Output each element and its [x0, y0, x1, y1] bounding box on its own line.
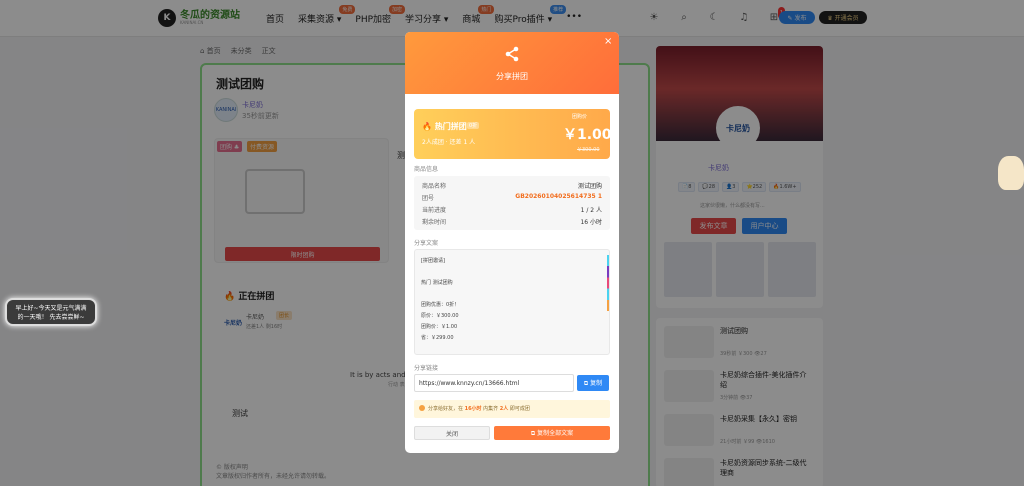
group-price-card: 🔥 热门拼团 0折 2人成团 · 还差 1 人 团购价 ￥1.00 ￥300.0… — [414, 109, 612, 159]
section-title: 分享链接 — [414, 365, 439, 372]
group-info: 2人成团 · 还差 1 人 — [422, 139, 476, 146]
close-button[interactable]: 关闭 — [414, 426, 490, 440]
share-tip: 分享给好友，在 16小时 内集齐 2人 即可成团 — [414, 400, 610, 418]
scrollbar[interactable] — [607, 255, 609, 311]
info-row: 团号 GB20260104025614735 1 — [422, 193, 602, 203]
remaining-time: 16 小时 — [580, 219, 602, 226]
modal-header: 分享拼团 × — [405, 32, 619, 94]
share-icon — [505, 46, 519, 62]
info-key: 团号 — [422, 195, 435, 202]
copy-line: [拼团邀请] — [421, 258, 445, 264]
info-key: 商品名称 — [422, 183, 447, 190]
mascot-icon[interactable] — [998, 156, 1024, 190]
copy-line: 原价：￥300.00 — [421, 313, 459, 319]
copy-link-button[interactable]: ⧉ 复制 — [577, 375, 609, 391]
share-group-modal: 分享拼团 × 🔥 热门拼团 0折 2人成团 · 还差 1 人 团购价 ￥1.00… — [405, 32, 619, 453]
discount-badge: 0折 — [467, 122, 480, 129]
info-row: 商品名称 测试团购 — [422, 181, 602, 191]
info-icon — [419, 405, 425, 411]
section-title: 商品信息 — [414, 166, 439, 173]
group-price: ￥1.00 — [563, 127, 612, 143]
share-link-input[interactable] — [414, 374, 574, 392]
info-value: 测试团购 — [577, 183, 602, 190]
goods-info: 商品名称 测试团购 团号 GB20260104025614735 1 当前进度 … — [414, 176, 610, 230]
info-row: 当前进度 1 / 2 人 — [422, 205, 602, 215]
group-number: GB20260104025614735 1 — [515, 193, 602, 200]
copy-line: 团购价：￥1.00 — [421, 324, 458, 330]
close-icon[interactable]: × — [604, 36, 612, 47]
copy-line — [421, 289, 603, 300]
greeting-toast: 早上好~今天又是元气满满 的一天哦！ 先去尝尝鲜~ — [5, 298, 97, 326]
copy-line: 团购优惠：0折！ — [421, 302, 460, 308]
progress-value: 1 / 2 人 — [580, 207, 602, 214]
info-key: 剩余时间 — [422, 219, 447, 226]
price-label: 团购价 — [572, 114, 588, 120]
original-price: ￥300.00 — [577, 147, 600, 153]
info-row: 剩余时间 16 小时 — [422, 217, 602, 227]
section-title: 分享文案 — [414, 240, 439, 247]
share-copy-text[interactable]: [拼团邀请] 热门 测试团购 团购优惠：0折！ 原价：￥300.00 团购价：￥… — [414, 249, 610, 355]
copy-line: 省：￥299.00 — [421, 335, 454, 341]
copy-line — [421, 267, 603, 278]
modal-title: 分享拼团 — [496, 72, 528, 81]
copy-line: 热门 测试团购 — [421, 280, 453, 286]
copy-all-button[interactable]: ⧉ 复制全部文案 — [494, 426, 610, 440]
hot-group-label: 🔥 热门拼团 — [422, 122, 467, 131]
info-key: 当前进度 — [422, 207, 447, 214]
